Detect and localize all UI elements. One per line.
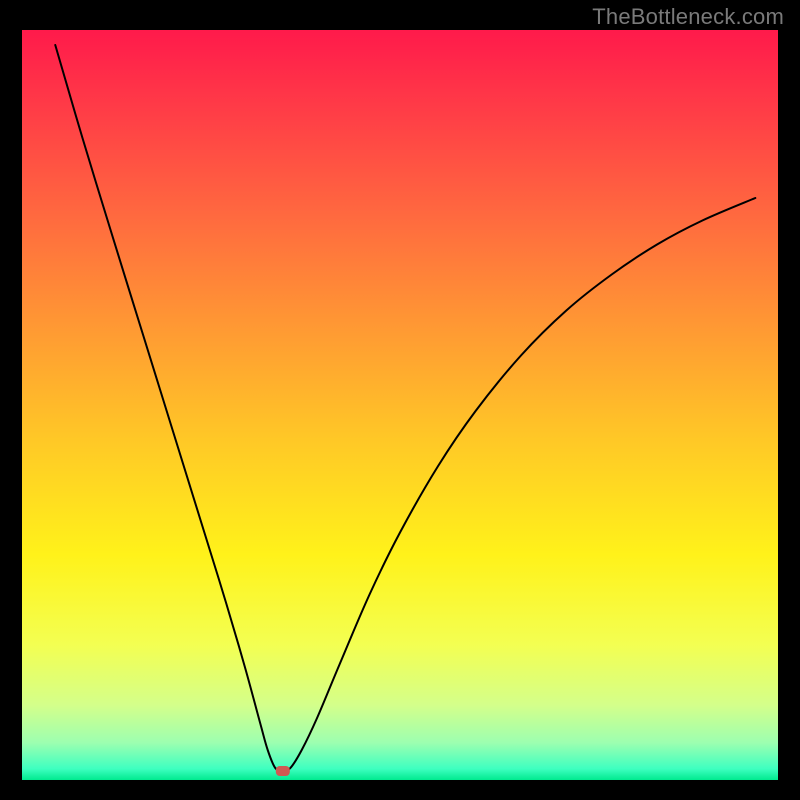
plot-background	[22, 30, 778, 780]
bottleneck-chart	[0, 0, 800, 800]
optimal-marker	[276, 766, 290, 776]
chart-frame: { "watermark": "TheBottleneck.com", "cha…	[0, 0, 800, 800]
